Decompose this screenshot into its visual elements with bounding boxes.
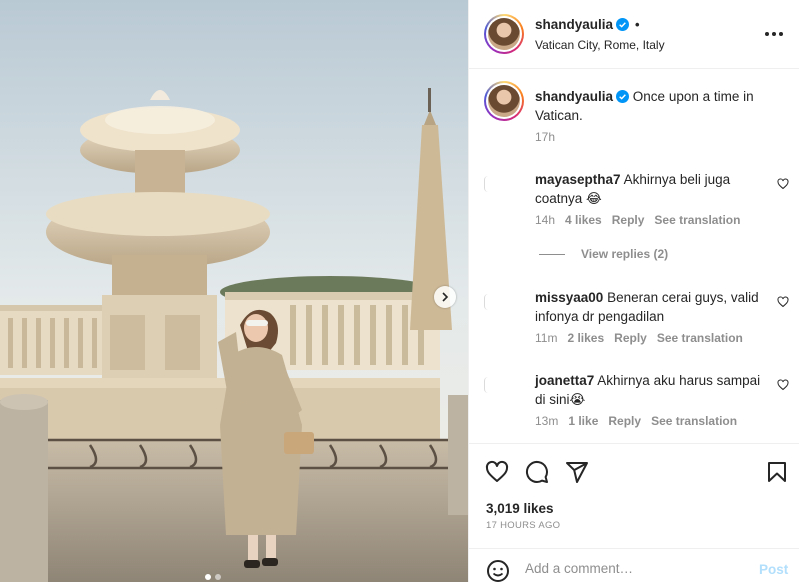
comment-avatar[interactable]: [484, 377, 488, 393]
save-bookmark-icon[interactable]: [765, 460, 789, 484]
photo-illustration: [0, 0, 468, 582]
chevron-right-icon: [442, 292, 449, 302]
comment-avatar[interactable]: [484, 294, 488, 310]
see-translation-link[interactable]: See translation: [651, 414, 737, 428]
like-comment-heart-icon[interactable]: [777, 379, 789, 391]
reply-button[interactable]: Reply: [614, 331, 647, 345]
post-header: shandyaulia • Vatican City, Rome, Italy: [469, 0, 799, 69]
share-send-icon[interactable]: [565, 460, 589, 484]
comment-likes[interactable]: 1 like: [568, 414, 598, 428]
comment-bubble-icon[interactable]: [525, 460, 549, 484]
comment-username[interactable]: joanetta7: [535, 373, 594, 388]
carousel-dot: [215, 574, 221, 580]
view-replies-button[interactable]: View replies (2): [539, 247, 668, 261]
reply-button[interactable]: Reply: [612, 213, 645, 227]
header-username[interactable]: shandyaulia: [535, 17, 613, 32]
post-actions: 3,019 likes 17 HOURS AGO: [469, 443, 799, 543]
comment-likes[interactable]: 2 likes: [567, 331, 604, 345]
carousel-dot-active: [205, 574, 211, 580]
post-timestamp[interactable]: 17 HOURS AGO: [486, 520, 560, 531]
add-comment-bar: Post: [469, 548, 799, 582]
post-location[interactable]: Vatican City, Rome, Italy: [535, 38, 665, 52]
caption-avatar[interactable]: [484, 81, 524, 121]
reply-button[interactable]: Reply: [608, 414, 641, 428]
verified-badge-icon: [616, 18, 630, 31]
avatar[interactable]: [484, 14, 524, 54]
see-translation-link[interactable]: See translation: [657, 331, 743, 345]
like-comment-heart-icon[interactable]: [777, 296, 789, 308]
carousel-dots: [205, 574, 221, 580]
comment-time[interactable]: 11m: [535, 331, 557, 345]
like-comment-heart-icon[interactable]: [777, 178, 789, 190]
comment-time[interactable]: 13m: [535, 414, 558, 428]
replies-divider: [539, 253, 565, 255]
more-options-icon[interactable]: [765, 26, 785, 42]
view-replies-label: View replies (2): [581, 247, 669, 261]
caption-timestamp[interactable]: 17h: [535, 130, 555, 144]
caption-username[interactable]: shandyaulia: [535, 89, 613, 104]
post-sidebar: shandyaulia • Vatican City, Rome, Italy s…: [468, 0, 799, 582]
header-separator: •: [635, 17, 640, 32]
emoji-smiley-icon[interactable]: [486, 559, 510, 582]
likes-count[interactable]: 3,019 likes: [486, 501, 554, 516]
comment-username[interactable]: missyaa00: [535, 290, 603, 305]
comment-likes[interactable]: 4 likes: [565, 213, 602, 227]
like-heart-icon[interactable]: [485, 460, 509, 484]
next-photo-button[interactable]: [434, 286, 456, 308]
comment-username[interactable]: mayaseptha7: [535, 172, 621, 187]
verified-badge-icon: [616, 90, 630, 103]
post-photo[interactable]: [0, 0, 468, 582]
comment-time[interactable]: 14h: [535, 213, 555, 227]
comment-avatar[interactable]: [484, 176, 488, 192]
see-translation-link[interactable]: See translation: [654, 213, 740, 227]
post-comment-button[interactable]: Post: [759, 562, 788, 577]
post-caption: shandyaulia Once upon a time in Vatican.: [535, 87, 785, 125]
comment-input[interactable]: [525, 561, 745, 576]
